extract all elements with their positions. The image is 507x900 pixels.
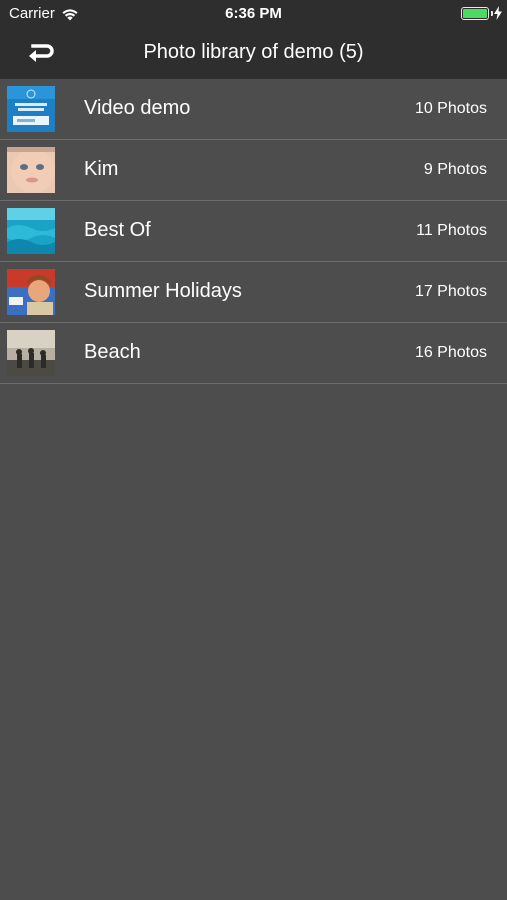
album-name: Beach [84,341,141,363]
navigation-bar: Photo library of demo (5) [0,28,507,80]
battery-icon [461,7,489,20]
page-title: Photo library of demo (5) [143,41,364,63]
status-bar: Carrier 6:36 PM [0,0,507,28]
battery-tip [491,11,493,16]
video-demo-thumbnail [7,86,55,132]
album-list: Video demo 10 Photos Kim 9 Photos Best O… [0,79,507,384]
battery-level-fill [463,9,487,18]
album-photo-count: 16 Photos [414,344,487,361]
album-photo-count: 11 Photos [416,222,487,239]
child-portrait-thumbnail [7,269,55,315]
ocean-water-thumbnail [7,208,55,254]
album-row-kim[interactable]: Kim 9 Photos [0,140,507,201]
album-name: Kim [84,158,119,180]
photo-library-screen: Carrier 6:36 PM Photo library of demo (5… [0,0,507,900]
album-photo-count: 10 Photos [414,100,487,117]
album-name: Best Of [84,219,151,241]
beach-sunset-thumbnail [7,330,55,376]
album-photo-count: 17 Photos [414,283,487,300]
album-row-summer-holidays[interactable]: Summer Holidays 17 Photos [0,262,507,323]
album-photo-count: 9 Photos [423,161,487,178]
top-bar: Carrier 6:36 PM Photo library of demo (5… [0,0,507,80]
album-row-video-demo[interactable]: Video demo 10 Photos [0,79,507,140]
album-row-best-of[interactable]: Best Of 11 Photos [0,201,507,262]
album-name: Video demo [84,97,191,119]
album-name: Summer Holidays [84,280,242,302]
album-row-beach[interactable]: Beach 16 Photos [0,323,507,384]
charging-bolt-icon [494,6,502,20]
baby-face-thumbnail [7,147,55,193]
status-time: 6:36 PM [225,5,282,22]
